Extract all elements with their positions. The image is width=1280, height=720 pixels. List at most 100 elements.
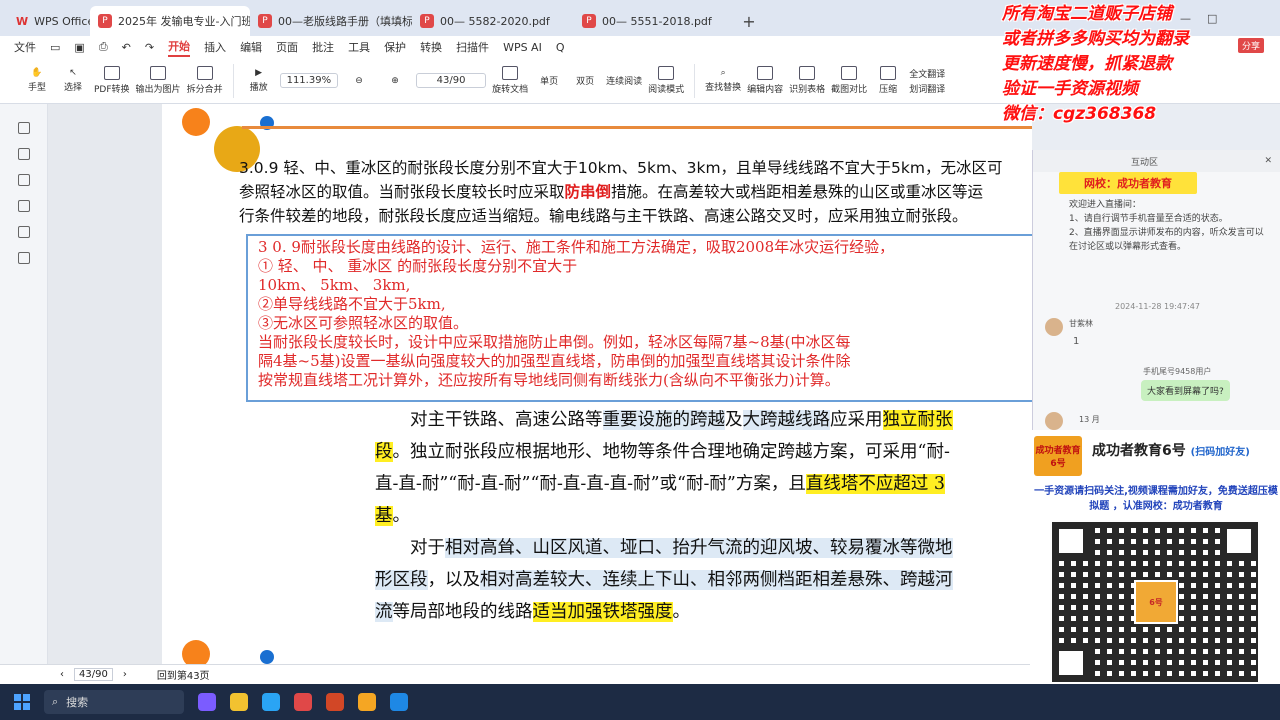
tab-label: 00—老版线路手册（填填标注版）.p — [278, 15, 412, 28]
qr-logo: 6号 — [1134, 580, 1178, 624]
menu-save-icon[interactable]: ▣ — [74, 41, 84, 54]
highlight-blue: 大跨越线路 — [742, 410, 830, 430]
menu-tools[interactable]: 工具 — [348, 39, 370, 55]
compress-button[interactable]: 压缩 — [873, 66, 903, 95]
chat-timestamp: 2024-11-28 19:47:47 — [1115, 302, 1200, 311]
prev-page-icon[interactable]: ‹ — [60, 669, 64, 680]
select-tool-button[interactable]: ↖ 选择 — [58, 68, 88, 93]
powerpoint-icon[interactable] — [326, 693, 344, 711]
pdf-icon: P — [258, 14, 272, 28]
search-icon: ⌕ — [52, 695, 59, 708]
chat-message-bubble: 大家看到屏幕了吗? — [1141, 380, 1230, 401]
close-icon[interactable]: ✕ — [1264, 156, 1272, 166]
attachment-icon[interactable] — [17, 200, 30, 212]
export-image-button[interactable]: 输出为图片 — [136, 66, 181, 95]
edit-content-button[interactable]: 编辑内容 — [747, 66, 783, 95]
text-span: 及 — [725, 410, 743, 430]
overlay-line: 验证一手资源视频 — [1002, 79, 1138, 99]
taskbar-search[interactable]: ⌕ 搜索 — [44, 690, 184, 714]
menu-edit[interactable]: 编辑 — [240, 39, 262, 55]
menu-page[interactable]: 页面 — [276, 39, 298, 55]
find-replace-button[interactable]: ⌕ 查找替换 — [705, 68, 741, 93]
highlight-blue: 重要设施的跨越 — [602, 410, 725, 430]
hand-tool-button[interactable]: ✋ 手型 — [22, 68, 52, 93]
annotation-line: 按常规直线塔工况计算外，还应按所有导地线同侧有断线张力(含纵向不平衡张力)计算。 — [258, 371, 840, 389]
tab-document-active[interactable]: P 2025年 发输电专业-入门班-恶 × — [90, 6, 250, 36]
highlight-yellow: 适当加强铁塔强度 — [532, 602, 673, 622]
menu-undo-icon[interactable]: ↶ — [122, 41, 131, 54]
pdf-icon: P — [98, 14, 112, 28]
split-merge-button[interactable]: 拆分合并 — [187, 66, 223, 95]
qr-code[interactable]: 6号 — [1052, 522, 1258, 682]
page-indicator[interactable]: 43/90 — [74, 668, 113, 681]
zoom-select[interactable]: 111.39% — [279, 73, 339, 88]
pdf-convert-button[interactable]: PDF转换 — [94, 66, 130, 95]
menu-insert[interactable]: 插入 — [204, 39, 226, 55]
screenshot-compare-button[interactable]: 截图对比 — [831, 66, 867, 95]
continuous-read-button[interactable]: 连续阅读 — [606, 74, 642, 87]
menu-convert[interactable]: 转换 — [420, 39, 442, 55]
annotation-line: 当耐张段长度较长时，设计中应采取措施防止串倒。例如，轻冰区每隔7基~8基(中冰区… — [258, 333, 851, 351]
text-span: 等局部地段的线路 — [392, 602, 533, 622]
layers-icon[interactable] — [17, 252, 30, 264]
zoom-control[interactable]: 111.39% — [279, 73, 339, 88]
menu-comment[interactable]: 批注 — [312, 39, 334, 55]
taskbar-app-icon[interactable] — [198, 693, 216, 711]
menu-redo-icon[interactable]: ↷ — [145, 41, 154, 54]
chat-username: 甘紫林 — [1069, 319, 1093, 328]
wps-icon[interactable] — [294, 693, 312, 711]
menu-home[interactable]: 开始 — [168, 38, 191, 57]
comment-icon[interactable] — [17, 174, 30, 186]
single-page-button[interactable]: 单页 — [534, 74, 564, 87]
taskbar-app-icon[interactable] — [390, 693, 408, 711]
thumbnail-icon[interactable] — [17, 148, 30, 160]
tab-document[interactable]: P 00—老版线路手册（填填标注版）.p — [250, 6, 412, 36]
search-icon: ⌕ — [720, 68, 726, 78]
text-span: 。 — [672, 602, 691, 622]
browser-icon[interactable] — [262, 693, 280, 711]
page-nav[interactable]: 43/90 — [416, 73, 487, 88]
annotation-line: ① 轻、 中、 重冰区 的耐张段长度分别不宜大于 — [258, 257, 578, 275]
table-icon — [799, 66, 816, 80]
bookmark-icon[interactable] — [17, 122, 30, 134]
paragraph: 对主干铁路、高速公路等重要设施的跨越及大跨越线路应采用独立耐张段。独立耐张段应根… — [375, 404, 965, 532]
live-chat-panel: 互动区 ✕ 网校：成功者教育 欢迎进入直播间： 1、请自行调节手机音量至合适的状… — [1032, 150, 1280, 430]
tab-document[interactable]: P 00— 5551-2018.pdf — [574, 6, 736, 36]
welcome-message: 欢迎进入直播间： 1、请自行调节手机音量至合适的状态。 2、直播界面显示讲师发布… — [1069, 200, 1264, 252]
page-input[interactable]: 43/90 — [416, 73, 487, 88]
taskbar-app-icon[interactable] — [358, 693, 376, 711]
promo-title: 成功者教育6号 (扫码加好友) — [1092, 440, 1250, 460]
menu-protect[interactable]: 保护 — [384, 39, 406, 55]
paragraph: 对于相对高耸、山区风道、垭口、抬升气流的迎风坡、较易覆冰等微地形区段，以及相对高… — [375, 532, 965, 628]
add-tab-icon[interactable]: + — [736, 6, 762, 36]
decor-circle — [260, 650, 274, 664]
play-button[interactable]: ▶ 播放 — [244, 68, 274, 93]
document-viewer[interactable]: 3.0.9 轻、中、重冰区的耐张段长度分别不宜大于10km、5km、3km，且单… — [48, 104, 1032, 664]
status-bar: ‹ 43/90 › 回到第43页 — [0, 664, 1030, 684]
menu-open-icon[interactable]: ▭ — [50, 41, 60, 54]
translate-button[interactable]: 全文翻译 划词翻译 — [909, 67, 945, 95]
recognize-table-button[interactable]: 识别表格 — [789, 66, 825, 95]
sign-icon[interactable] — [17, 226, 30, 238]
next-page-icon[interactable]: › — [123, 669, 127, 680]
double-page-button[interactable]: 双页 — [570, 74, 600, 87]
tab-document[interactable]: P 00— 5582-2020.pdf — [412, 6, 574, 36]
rotate-button[interactable]: 旋转文档 — [492, 66, 528, 95]
reading-mode-button[interactable]: 阅读模式 — [648, 66, 684, 95]
folder-icon[interactable] — [230, 693, 248, 711]
menu-scan[interactable]: 扫描件 — [456, 39, 489, 55]
menu-print-icon[interactable]: ⎙ — [99, 40, 108, 54]
windows-start-icon[interactable] — [14, 694, 30, 710]
chat-title: 互动区 — [1131, 157, 1159, 168]
menu-wps-ai[interactable]: WPS AI — [503, 41, 542, 54]
tab-wps-office[interactable]: W WPS Office — [8, 6, 90, 36]
annotation-line: 隔4基~5基)设置一基纵向强度较大的加强型直线塔，防串倒的加强型直线塔其设计条件… — [258, 352, 851, 370]
annotation-line: ②单导线线路不宜大于5km, — [258, 295, 446, 313]
overlay-line: 更新速度慢，抓紧退款 — [1002, 54, 1172, 74]
back-to-page-link[interactable]: 回到第43页 — [157, 667, 210, 682]
annotation-box[interactable]: 3 0. 9耐张段长度由线路的设计、运行、施工条件和施工方法确定，吸取2008年… — [246, 234, 1032, 402]
zoom-in-icon[interactable]: ⊕ — [380, 76, 410, 86]
menu-search[interactable]: Q — [556, 41, 565, 54]
zoom-out-icon[interactable]: ⊖ — [344, 76, 374, 86]
menu-file[interactable]: 文件 — [14, 39, 36, 55]
